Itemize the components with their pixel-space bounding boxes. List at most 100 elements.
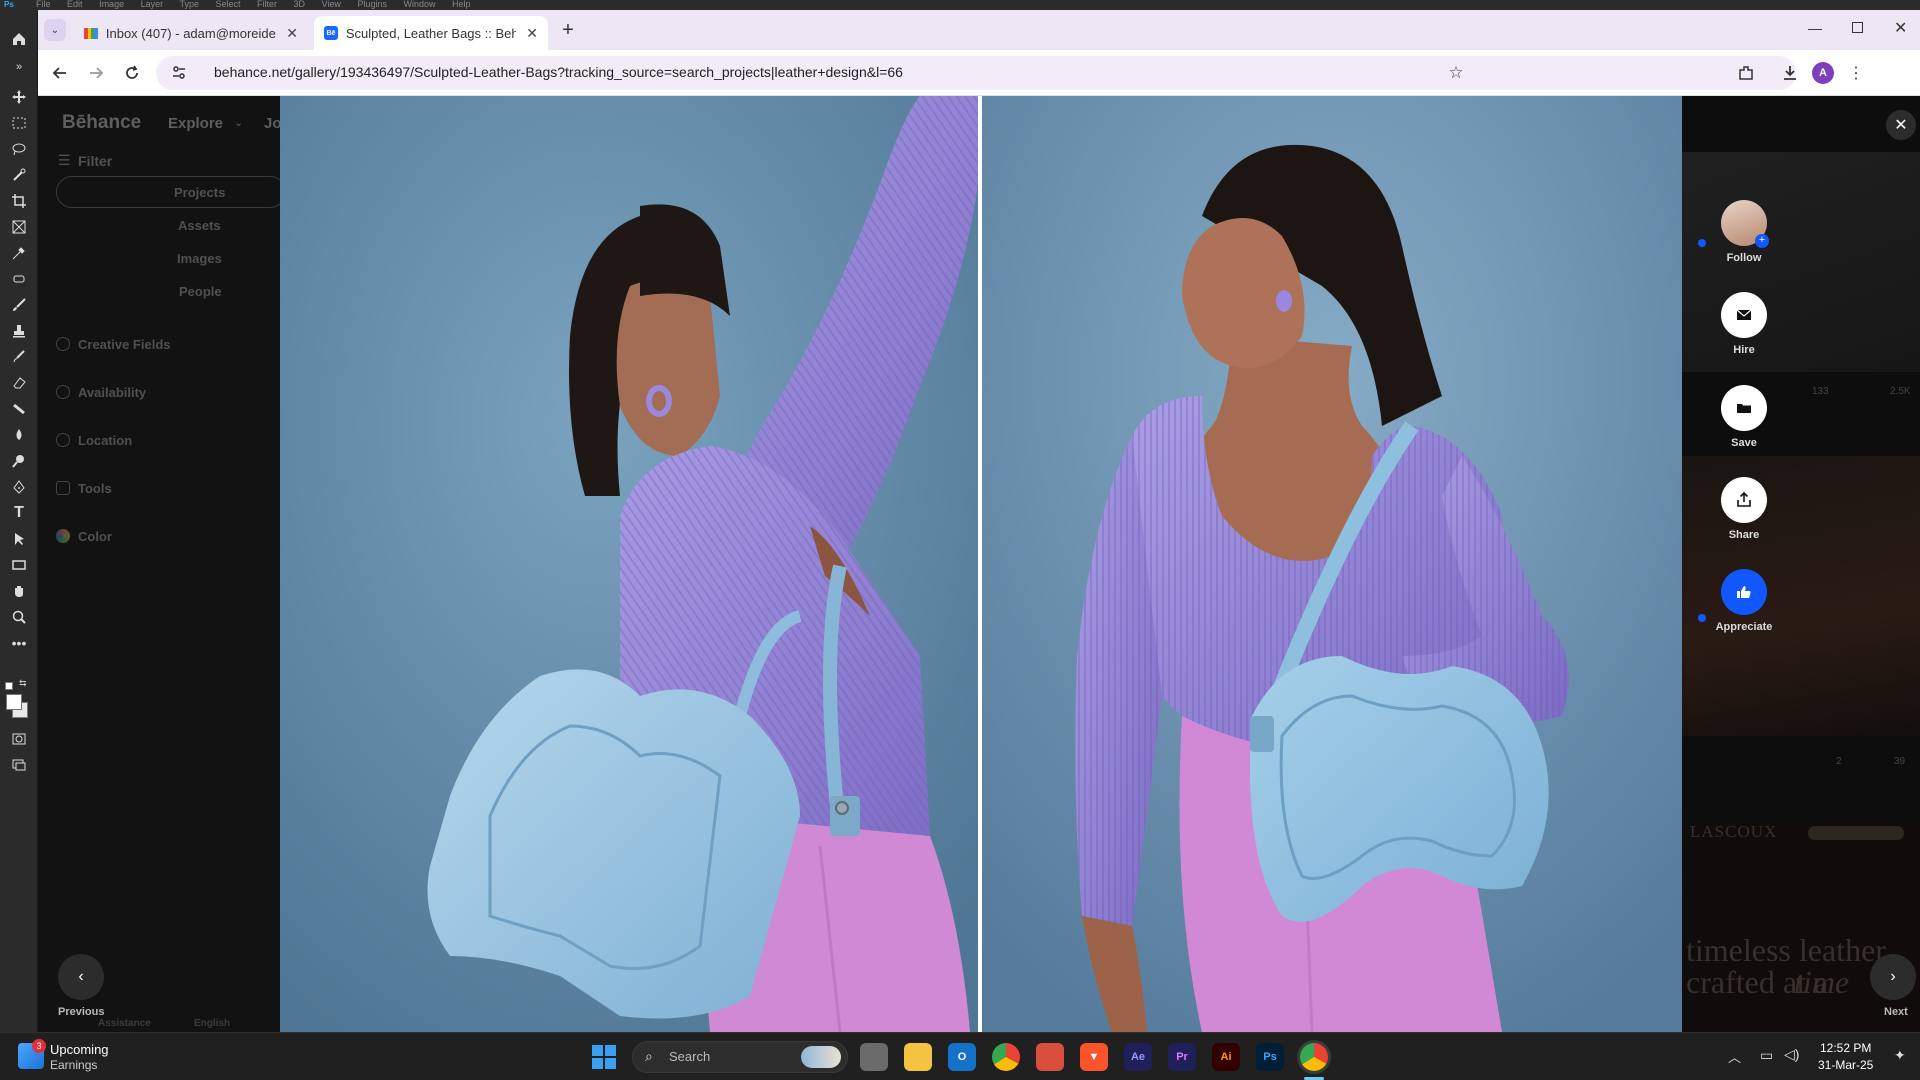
filter-availability[interactable]: Availability [78,385,146,400]
filter-tab-people[interactable]: People [179,284,222,299]
filter-tab-assets[interactable]: Assets [178,218,221,233]
quick-select-icon[interactable] [8,164,30,186]
crop-tool-icon[interactable] [8,190,30,212]
rectangle-tool-icon[interactable] [8,554,30,576]
quick-mask-icon[interactable] [8,728,30,750]
new-tab-icon[interactable]: + [556,19,580,43]
ps-menu-image[interactable]: Image [99,0,124,9]
stamp-tool-icon[interactable] [8,320,30,342]
back-icon[interactable] [48,61,72,85]
tab-gmail[interactable]: Inbox (407) - adam@moreidea ✕ [74,16,308,50]
bookmark-star-icon[interactable]: ☆ [1444,61,1468,85]
hand-tool-icon[interactable] [8,580,30,602]
chrome-icon[interactable] [992,1043,1020,1071]
ps-menu-plugins[interactable]: Plugins [357,0,387,9]
expand-icon[interactable]: » [8,56,30,78]
explore-menu[interactable]: Explore [168,115,223,132]
move-tool-icon[interactable] [8,86,30,108]
home-icon[interactable] [8,28,30,50]
screen-mode-icon[interactable] [8,754,30,776]
ps-menu-filter[interactable]: Filter [257,0,277,9]
tab-behance[interactable]: Bē Sculpted, Leather Bags :: Behan ✕ [314,16,548,50]
filter-color[interactable]: Color [78,529,112,544]
next-button[interactable]: › [1870,954,1916,1000]
filter-tab-projects[interactable] [56,176,286,208]
task-view-icon[interactable] [860,1043,888,1071]
browser-menu-icon[interactable]: ⋮ [1844,61,1868,85]
dodge-tool-icon[interactable] [8,450,30,472]
site-settings-icon[interactable] [170,64,188,82]
previous-button[interactable]: ‹ [58,954,104,1000]
extensions-icon[interactable] [1734,61,1758,85]
download-icon[interactable] [1778,61,1802,85]
filter-creative-fields[interactable]: Creative Fields [78,337,171,352]
follow-button[interactable]: + Follow [1704,200,1784,264]
lasso-tool-icon[interactable] [8,138,30,160]
path-select-icon[interactable] [8,528,30,550]
eyedropper-icon[interactable] [8,242,30,264]
default-colors-icon[interactable] [5,682,13,690]
ps-menu-edit[interactable]: Edit [67,0,83,9]
close-window-icon[interactable]: ✕ [1894,18,1907,38]
gradient-tool-icon[interactable] [8,398,30,420]
outlook-icon[interactable]: O [948,1043,976,1071]
ps-menu-file[interactable]: File [36,0,51,9]
clock-time[interactable]: 12:52 PM [1820,1041,1871,1055]
history-brush-icon[interactable] [8,346,30,368]
network-icon[interactable]: ▭ [1760,1047,1773,1064]
clock-date[interactable]: 31-Mar-25 [1818,1058,1873,1072]
marquee-tool-icon[interactable] [8,112,30,134]
blur-tool-icon[interactable] [8,424,30,446]
tab-search-icon[interactable]: ⌄ [44,19,66,41]
file-explorer-icon[interactable] [904,1043,932,1071]
eraser-tool-icon[interactable] [8,372,30,394]
close-viewer-button[interactable]: ✕ [1886,110,1916,140]
notifications-center-icon[interactable]: ✦ [1894,1047,1906,1064]
footer-assistance[interactable]: Assistance [98,1018,151,1029]
jobs-menu-partial[interactable]: Jo [264,115,282,132]
footer-language[interactable]: English [194,1018,230,1029]
save-button[interactable]: Save [1704,385,1784,449]
photos-icon[interactable] [1036,1043,1064,1071]
chevron-up-icon[interactable]: ︿ [1728,1047,1741,1066]
after-effects-icon[interactable]: Ae [1124,1043,1152,1071]
share-button[interactable]: Share [1704,477,1784,541]
ps-menu-select[interactable]: Select [215,0,240,9]
photoshop-icon[interactable]: Ps [1256,1043,1284,1071]
close-tab-icon[interactable]: ✕ [526,25,538,42]
illustrator-icon[interactable]: Ai [1212,1043,1240,1071]
maximize-icon[interactable] [1852,22,1863,33]
ps-menu-layer[interactable]: Layer [141,0,164,9]
windows-start-icon[interactable] [592,1045,616,1069]
address-bar[interactable]: behance.net/gallery/193436497/Sculpted-L… [156,56,1796,90]
zoom-tool-icon[interactable] [8,606,30,628]
ps-menu-view[interactable]: View [322,0,341,9]
widget-title[interactable]: Upcoming [50,1042,109,1057]
widget-subtitle[interactable]: Earnings [50,1058,97,1072]
pen-tool-icon[interactable] [8,476,30,498]
ps-menu-type[interactable]: Type [179,0,199,9]
close-tab-icon[interactable]: ✕ [286,25,298,42]
hire-button[interactable]: Hire [1704,292,1784,356]
type-tool-icon[interactable]: T [8,502,30,524]
ps-menu-help[interactable]: Help [452,0,471,9]
related-thumb[interactable]: LASCOUX timeless leather crafted at a ti… [1682,820,1920,1032]
forward-icon[interactable] [84,61,108,85]
brush-tool-icon[interactable] [8,294,30,316]
ps-menu-3d[interactable]: 3D [294,0,306,9]
frame-tool-icon[interactable] [8,216,30,238]
healing-brush-icon[interactable] [8,268,30,290]
premiere-icon[interactable]: Pr [1168,1043,1196,1071]
ps-menu-window[interactable]: Window [403,0,435,9]
swap-colors-icon[interactable]: ⇆ [19,678,29,688]
taskbar-search[interactable]: ⌕ Search [632,1041,848,1073]
foreground-color-swatch[interactable] [6,694,22,710]
profile-avatar[interactable]: A [1812,62,1834,84]
behance-logo[interactable]: Bēhance [62,112,141,134]
filter-tools[interactable]: Tools [78,481,112,496]
appreciate-button[interactable]: Appreciate [1704,569,1784,633]
chrome-profile-icon[interactable] [1300,1043,1328,1071]
volume-icon[interactable]: ◁) [1784,1046,1799,1063]
filter-location[interactable]: Location [78,433,132,448]
brave-icon[interactable]: ▼ [1080,1043,1108,1071]
